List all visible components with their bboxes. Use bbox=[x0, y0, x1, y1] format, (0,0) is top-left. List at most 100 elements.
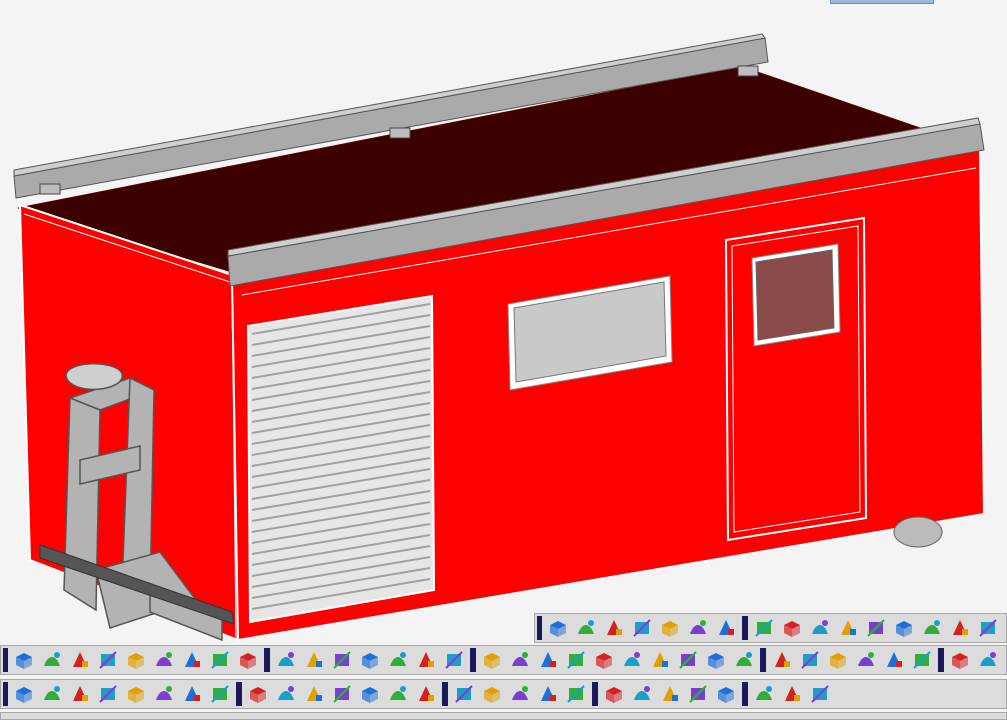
isoline-icon[interactable] bbox=[808, 682, 832, 706]
sweep-surface-icon[interactable] bbox=[780, 616, 804, 640]
fillet-icon[interactable] bbox=[442, 648, 466, 672]
silhouette-icon[interactable] bbox=[780, 682, 804, 706]
bend-icon[interactable] bbox=[180, 648, 204, 672]
offset-surface-icon[interactable] bbox=[574, 616, 598, 640]
shell-body-icon[interactable] bbox=[564, 648, 588, 672]
toolbar-separator bbox=[742, 616, 748, 640]
thicken-icon[interactable] bbox=[386, 682, 410, 706]
patch-surface-icon[interactable] bbox=[836, 616, 860, 640]
toolbar-separator bbox=[236, 682, 242, 706]
union-icon[interactable] bbox=[302, 682, 326, 706]
sweep-icon[interactable] bbox=[68, 648, 92, 672]
step-line-icon[interactable] bbox=[854, 648, 878, 672]
section-icon[interactable] bbox=[536, 648, 560, 672]
align-icon[interactable] bbox=[714, 616, 738, 640]
freeform-arrow-icon[interactable] bbox=[752, 616, 776, 640]
toolbar-separator bbox=[742, 682, 748, 706]
curve-on-surface-icon[interactable] bbox=[752, 682, 776, 706]
sphere-icon[interactable] bbox=[12, 682, 36, 706]
toolbar-separator bbox=[264, 648, 270, 672]
scale-body-icon[interactable] bbox=[704, 648, 728, 672]
eye-view-icon[interactable] bbox=[96, 682, 120, 706]
split-solid-icon[interactable] bbox=[358, 682, 382, 706]
chamfer-line-icon[interactable] bbox=[882, 648, 906, 672]
draft-icon[interactable] bbox=[96, 648, 120, 672]
mirror-icon[interactable] bbox=[480, 648, 504, 672]
toolbar-row-2 bbox=[0, 645, 1007, 675]
combine-icon[interactable] bbox=[620, 648, 644, 672]
project-surface-icon[interactable] bbox=[602, 616, 626, 640]
pipe-icon[interactable] bbox=[124, 648, 148, 672]
toolbar-separator bbox=[470, 648, 476, 672]
face-delete-icon[interactable] bbox=[564, 682, 588, 706]
loft-surface-icon[interactable] bbox=[864, 616, 888, 640]
mesh-icon[interactable] bbox=[630, 682, 654, 706]
subtract-icon[interactable] bbox=[648, 648, 672, 672]
toolbar-grip[interactable] bbox=[3, 682, 8, 706]
3d-viewport[interactable] bbox=[0, 0, 1007, 720]
offset-shell-icon[interactable] bbox=[976, 616, 1000, 640]
cut-extrude-icon[interactable] bbox=[246, 682, 270, 706]
pocket-icon[interactable] bbox=[386, 648, 410, 672]
face-draft-icon[interactable] bbox=[536, 682, 560, 706]
arc-line-icon[interactable] bbox=[798, 648, 822, 672]
boss-icon[interactable] bbox=[358, 648, 382, 672]
toolbar-separator bbox=[938, 648, 944, 672]
rail-clip bbox=[389, 127, 411, 139]
fill-surface-icon[interactable] bbox=[892, 616, 916, 640]
face-offset-icon[interactable] bbox=[452, 682, 476, 706]
blend-surface-icon[interactable] bbox=[808, 616, 832, 640]
move-body-icon[interactable] bbox=[732, 648, 756, 672]
chamfer-box-icon[interactable] bbox=[414, 648, 438, 672]
taper-icon[interactable] bbox=[208, 648, 232, 672]
trim-surface-icon[interactable] bbox=[948, 616, 972, 640]
rail-clip bbox=[39, 183, 61, 195]
fillet-line-icon[interactable] bbox=[826, 648, 850, 672]
toolbar-row-4 bbox=[0, 712, 1007, 720]
normal-icon[interactable] bbox=[714, 682, 738, 706]
shell-icon[interactable] bbox=[302, 648, 326, 672]
polyline-icon[interactable] bbox=[976, 648, 1000, 672]
y-split-icon[interactable] bbox=[236, 648, 260, 672]
array-icon[interactable] bbox=[274, 682, 298, 706]
rail-clip bbox=[737, 65, 759, 77]
box-icon[interactable] bbox=[274, 648, 298, 672]
hole-icon[interactable] bbox=[330, 648, 354, 672]
extrude-icon[interactable] bbox=[12, 648, 36, 672]
wedge-icon[interactable] bbox=[208, 682, 232, 706]
line-icon[interactable] bbox=[948, 648, 972, 672]
wrap-surface-icon[interactable] bbox=[630, 616, 654, 640]
pyramid-icon[interactable] bbox=[152, 682, 176, 706]
subtract-solid-icon[interactable] bbox=[330, 682, 354, 706]
pattern-icon[interactable] bbox=[508, 648, 532, 672]
corner-line-icon[interactable] bbox=[770, 648, 794, 672]
toolbar-grip[interactable] bbox=[537, 616, 542, 640]
ellipsoid-icon[interactable] bbox=[180, 682, 204, 706]
extend-surface-icon[interactable] bbox=[546, 616, 570, 640]
dome-icon[interactable] bbox=[414, 682, 438, 706]
cone-icon[interactable] bbox=[68, 682, 92, 706]
zebra-icon[interactable] bbox=[658, 682, 682, 706]
rib-icon[interactable] bbox=[152, 648, 176, 672]
cylinder-icon[interactable] bbox=[40, 682, 64, 706]
container-door bbox=[724, 216, 868, 542]
status-indicator bbox=[830, 0, 934, 4]
intersect-icon[interactable] bbox=[676, 648, 700, 672]
roller-shutter bbox=[246, 294, 436, 624]
cube-view-icon[interactable] bbox=[686, 616, 710, 640]
curvature-icon[interactable] bbox=[920, 616, 944, 640]
toolbar-separator bbox=[760, 648, 766, 672]
toolbar-row-3 bbox=[0, 679, 1007, 709]
container-wheel bbox=[893, 516, 943, 548]
face-move-icon[interactable] bbox=[480, 682, 504, 706]
box-solid-icon[interactable] bbox=[124, 682, 148, 706]
continuity-icon[interactable] bbox=[602, 682, 626, 706]
grid-icon[interactable] bbox=[686, 682, 710, 706]
user-surface-icon[interactable] bbox=[658, 616, 682, 640]
toolbar-grip[interactable] bbox=[3, 648, 8, 672]
offset-line-icon[interactable] bbox=[910, 648, 934, 672]
toolbar-row-1 bbox=[534, 613, 1007, 643]
face-replace-icon[interactable] bbox=[508, 682, 532, 706]
split-body-icon[interactable] bbox=[592, 648, 616, 672]
revolve-icon[interactable] bbox=[40, 648, 64, 672]
